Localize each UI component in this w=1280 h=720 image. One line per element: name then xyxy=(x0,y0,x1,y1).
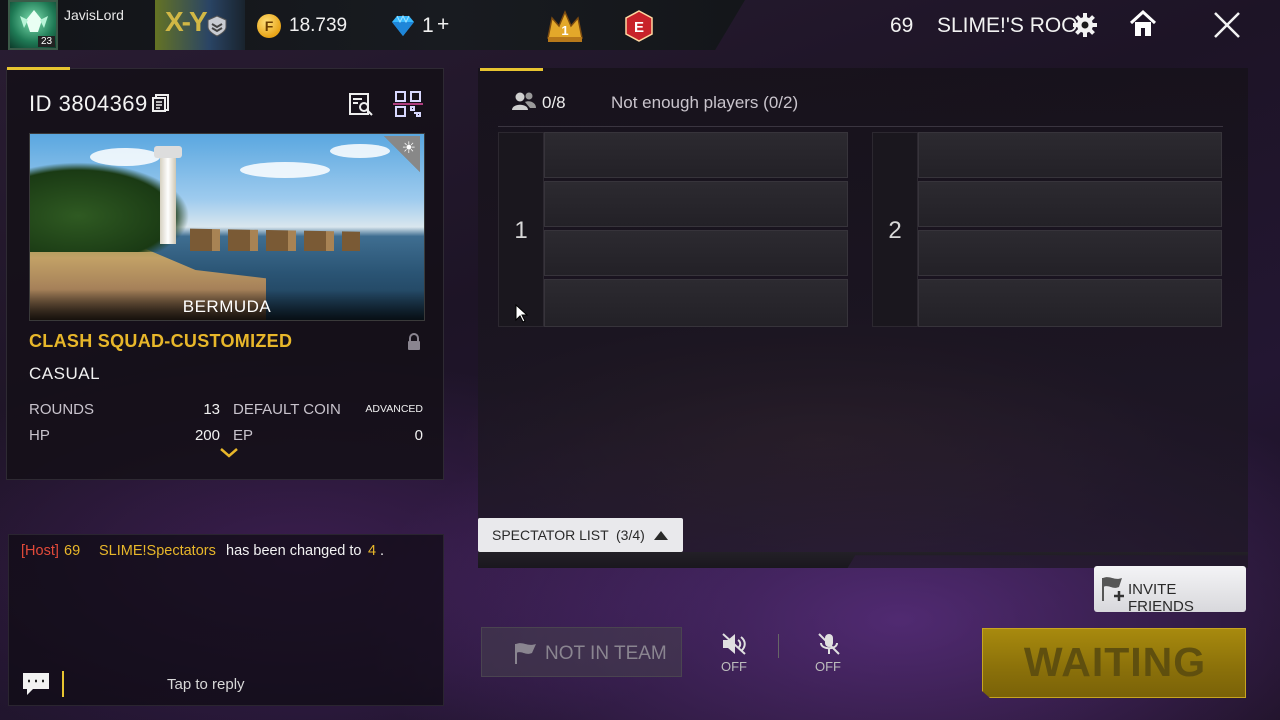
spectator-list-toggle[interactable]: SPECTATOR LIST (3/4) xyxy=(478,518,683,552)
invite-flag-icon xyxy=(1102,577,1124,601)
flag-icon xyxy=(515,643,536,664)
rank-crown-icon[interactable]: 1 xyxy=(544,8,586,44)
close-icon[interactable] xyxy=(1212,10,1242,40)
room-title: SLIME!'S ROO xyxy=(937,14,1078,37)
map-weather-corner: ☀ xyxy=(384,136,420,172)
mic-muted-icon[interactable] xyxy=(815,632,843,656)
diamond-icon xyxy=(392,15,414,36)
not-in-team-button[interactable]: NOT IN TEAM xyxy=(481,627,682,677)
lobby-panel: 0/8 Not enough players (0/2) 1 2 SPECTAT… xyxy=(478,68,1248,568)
room-host-number: 69 xyxy=(890,14,914,37)
team-2: 2 xyxy=(872,132,1222,327)
chat-message-suffix: . xyxy=(380,543,385,559)
map-cloud xyxy=(330,144,390,158)
invite-friends-label: INVITE FRIENDS xyxy=(1128,581,1194,615)
room-id-label: ID xyxy=(29,91,52,116)
team-slot[interactable] xyxy=(544,279,848,327)
hp-value: 200 xyxy=(194,427,220,444)
speaker-muted-icon[interactable] xyxy=(720,632,748,656)
panel-accent xyxy=(480,68,543,71)
event-badge[interactable]: X-Y xyxy=(155,0,245,50)
event-badge-text: X-Y xyxy=(165,6,208,37)
caret-up-icon xyxy=(654,531,668,540)
hp-label: HP xyxy=(29,427,50,444)
mouse-cursor-icon xyxy=(515,304,529,323)
room-id: ID 3804369 xyxy=(29,91,148,117)
game-sub-mode: CASUAL xyxy=(29,364,101,383)
chat-sender-name: SLIME!Spectators xyxy=(99,543,216,559)
chat-message: has been changed to xyxy=(226,543,362,559)
settings-gear-icon[interactable] xyxy=(1071,11,1099,39)
speaker-state: OFF xyxy=(721,659,747,674)
chat-host-tag: [Host] xyxy=(21,543,59,559)
team-slot[interactable] xyxy=(918,132,1222,178)
chat-message-value: 4 xyxy=(368,543,377,559)
rank-crown-number: 1 xyxy=(561,23,568,38)
players-icon xyxy=(512,92,536,110)
map-cloud xyxy=(240,162,330,178)
not-in-team-label: NOT IN TEAM xyxy=(545,643,667,664)
map-lighthouse xyxy=(154,146,182,244)
default-coin-value: ADVANCED xyxy=(365,403,423,415)
lobby-status: Not enough players (0/2) xyxy=(611,93,799,112)
team-number: 1 xyxy=(498,132,544,327)
rounds-value: 13 xyxy=(203,401,220,418)
map-name: BERMUDA xyxy=(30,290,424,320)
chat-host-number: 69 xyxy=(64,543,81,559)
spectator-count: (3/4) xyxy=(616,527,645,543)
gold-coin-amount: 18.739 xyxy=(289,15,348,36)
team-slot[interactable] xyxy=(918,181,1222,227)
ep-value: 0 xyxy=(414,427,423,444)
spectator-list-label: SPECTATOR LIST xyxy=(492,527,609,543)
rank-shield-icon xyxy=(207,15,227,37)
mic-state: OFF xyxy=(815,659,841,674)
text-cursor xyxy=(62,671,64,697)
team-number: 2 xyxy=(872,132,918,327)
chevron-down-icon[interactable] xyxy=(219,447,239,459)
home-icon[interactable] xyxy=(1128,9,1158,39)
team-slot[interactable] xyxy=(918,230,1222,276)
player-level: 23 xyxy=(38,36,56,47)
invite-friends-button[interactable]: INVITE FRIENDS xyxy=(1094,566,1246,615)
chat-bubble-icon[interactable] xyxy=(21,671,51,697)
elite-pass-icon[interactable]: E xyxy=(622,9,656,43)
divider xyxy=(498,126,1223,127)
copy-icon[interactable] xyxy=(151,93,171,113)
waiting-button[interactable]: WAITING xyxy=(982,628,1246,698)
top-bar: 23 JavisLord X-Y F 18.739 1 + 1 E 69 SLI… xyxy=(0,0,1280,52)
team-slot[interactable] xyxy=(918,279,1222,327)
team-slot[interactable] xyxy=(544,132,848,178)
sun-icon: ☀ xyxy=(401,140,416,157)
gold-coin-icon: F xyxy=(257,14,281,38)
divider xyxy=(778,634,779,658)
room-id-value: 3804369 xyxy=(58,91,148,116)
chat-panel: [Host] 69 SLIME!Spectators has been chan… xyxy=(8,534,444,706)
panel-accent xyxy=(7,67,70,70)
chat-reply-input[interactable]: Tap to reply xyxy=(167,676,245,693)
team-slot[interactable] xyxy=(544,230,848,276)
player-count: 0/8 xyxy=(542,93,566,112)
diamond-topup-button[interactable]: + xyxy=(437,13,449,37)
default-coin-label: DEFAULT COIN xyxy=(233,401,341,418)
rounds-label: ROUNDS xyxy=(29,401,95,418)
diamond-amount: 1 xyxy=(422,14,434,37)
map-preview[interactable]: ☀ BERMUDA xyxy=(29,133,425,321)
room-info-panel: ID 3804369 ☀ BERMUDA CLASH SQUAD-CUSTOMI… xyxy=(6,67,444,480)
ep-label: EP xyxy=(233,427,254,444)
room-search-icon[interactable] xyxy=(348,91,374,117)
team-1: 1 xyxy=(498,132,848,327)
elite-pass-letter: E xyxy=(634,19,644,36)
player-name: JavisLord xyxy=(64,7,124,23)
qr-code-icon[interactable] xyxy=(393,89,423,119)
team-slot[interactable] xyxy=(544,181,848,227)
waiting-label: WAITING xyxy=(1023,639,1207,685)
game-mode: CLASH SQUAD-CUSTOMIZED xyxy=(29,331,293,351)
lock-icon xyxy=(408,333,420,350)
